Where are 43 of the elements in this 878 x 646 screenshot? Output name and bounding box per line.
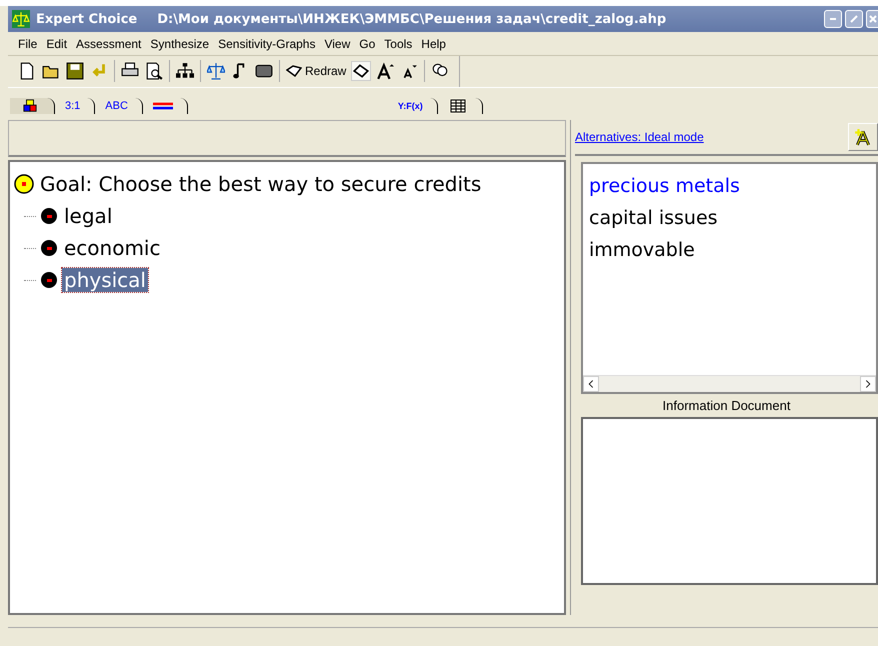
info-document-box[interactable] xyxy=(581,417,878,585)
close-icon xyxy=(868,14,878,24)
alternative-item[interactable]: precious metals xyxy=(589,170,870,202)
menu-item[interactable]: Synthesize xyxy=(150,37,210,51)
print-preview-icon[interactable] xyxy=(145,62,163,80)
menu-item[interactable]: Edit xyxy=(46,37,68,51)
tree-node[interactable]: Goal: Choose the best way to secure credits xyxy=(38,172,484,196)
file-path: D:\Мои документы\ИНЖЕК\ЭММБС\Решения задач\credit_zalog.ahp xyxy=(157,12,666,26)
redraw-button[interactable]: Redraw xyxy=(286,63,346,79)
goal-node-icon xyxy=(14,174,34,194)
menu-item[interactable]: Go xyxy=(359,37,376,51)
alternative-item[interactable]: immovable xyxy=(589,234,870,266)
horizontal-scrollbar[interactable] xyxy=(583,375,876,392)
menu-item[interactable]: Tools xyxy=(384,37,412,51)
tree-node[interactable]: legal xyxy=(62,204,114,228)
menu-item[interactable]: Sensitivity-Graphs xyxy=(218,37,316,51)
scroll-left-icon[interactable] xyxy=(583,376,599,392)
menu-item[interactable]: File xyxy=(18,37,38,51)
alternatives-link[interactable]: Alternatives: Ideal mode xyxy=(575,130,704,144)
tab[interactable] xyxy=(10,98,55,114)
maximize-icon xyxy=(849,14,859,24)
scales-icon[interactable] xyxy=(207,62,225,80)
info-document-label: Information Document xyxy=(662,397,792,415)
tree-node[interactable]: economic xyxy=(62,236,162,260)
tree-node[interactable]: physical xyxy=(62,268,148,292)
font-larger-icon[interactable] xyxy=(376,62,394,80)
menu-item[interactable]: View xyxy=(324,37,350,51)
save-icon[interactable] xyxy=(66,62,84,80)
window-title: Expert Choice xyxy=(36,12,138,26)
grid-icon xyxy=(448,99,468,113)
new-file-icon[interactable] xyxy=(18,62,36,80)
add-alternative-button[interactable] xyxy=(848,123,878,151)
screen-icon[interactable] xyxy=(255,62,273,80)
add-letter-icon xyxy=(854,128,872,146)
menu-item[interactable]: Assessment xyxy=(76,37,142,51)
alternative-item[interactable]: capital issues xyxy=(589,202,870,234)
criterion-node-icon xyxy=(40,239,58,257)
scroll-right-icon[interactable] xyxy=(860,376,876,392)
scales-icon xyxy=(12,10,30,28)
criterion-node-icon xyxy=(40,271,58,289)
criterion-node-icon xyxy=(40,207,58,225)
hierarchy-icon[interactable] xyxy=(176,62,194,80)
menu-item[interactable]: Help xyxy=(421,37,446,51)
